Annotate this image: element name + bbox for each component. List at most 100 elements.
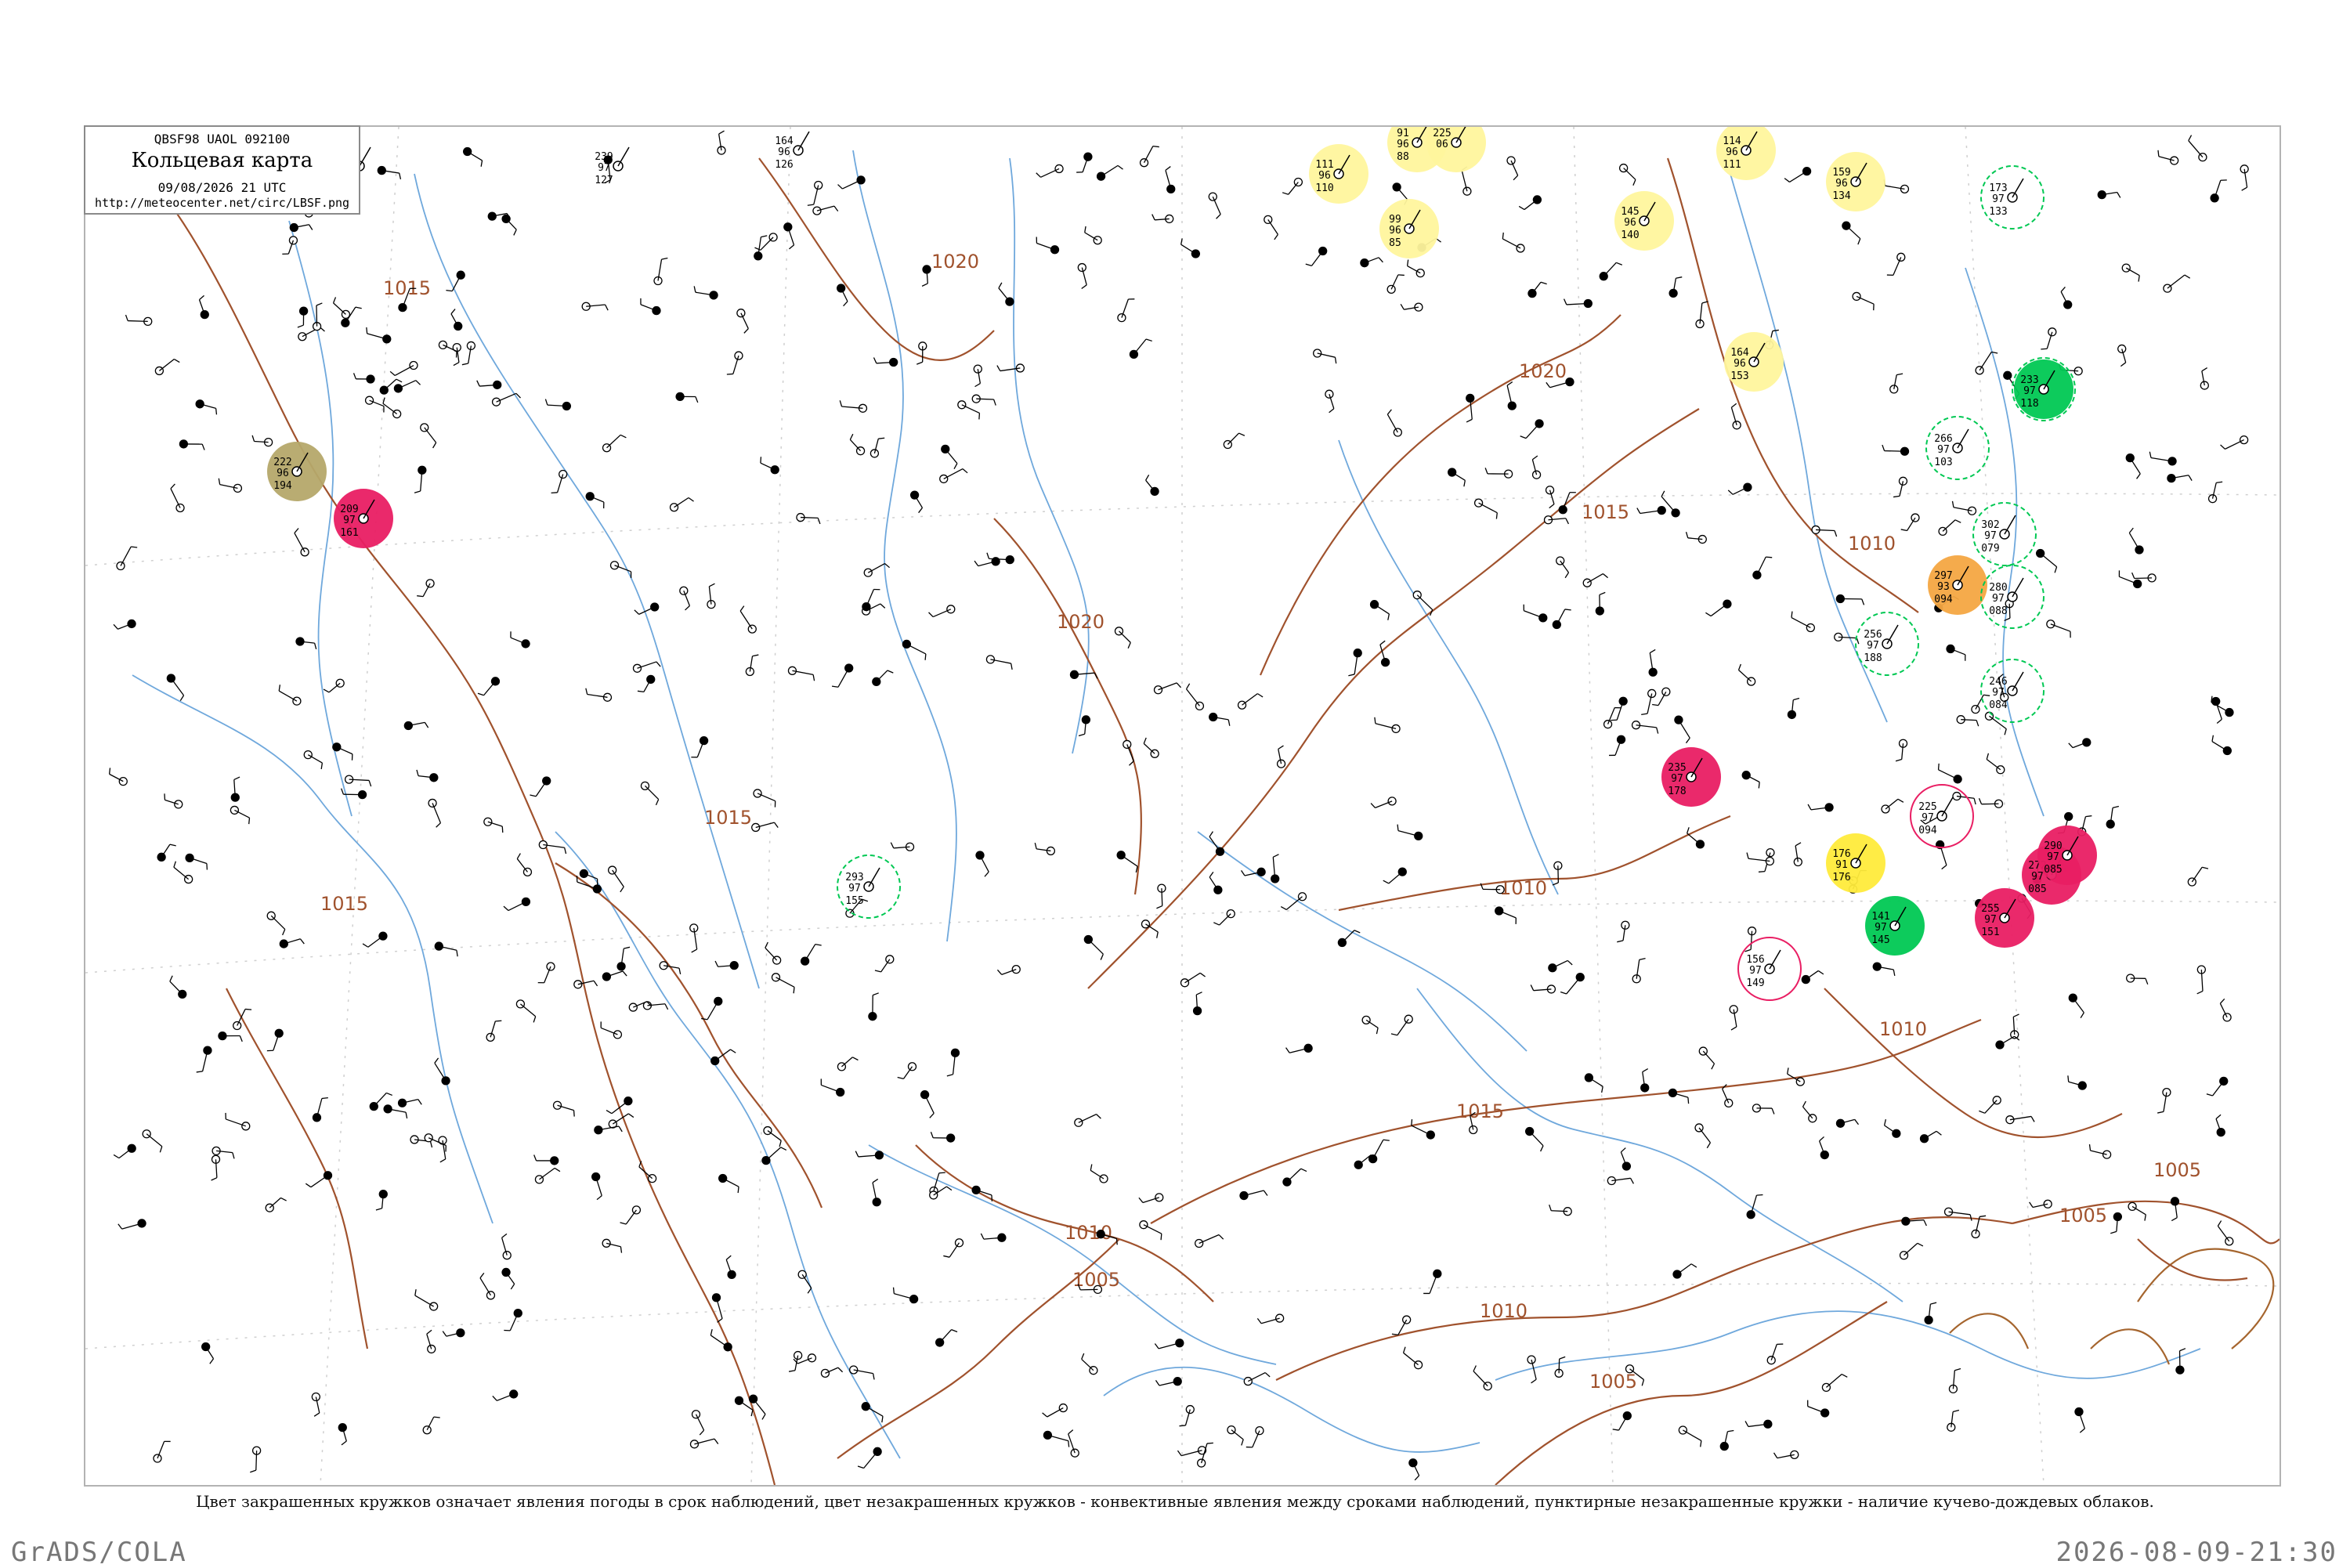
minor-station-symbol — [958, 401, 980, 420]
minor-station-symbol — [1524, 605, 1547, 622]
isobar-label: 1005 — [2153, 1159, 2201, 1181]
station-plot: 20997161 — [334, 489, 393, 548]
station-plot: 30297079 — [1973, 503, 2036, 565]
station-value: 155 — [845, 895, 863, 907]
map-title-box: QBSF98 UAOL 092100 Кольцевая карта 09/08… — [84, 125, 360, 215]
minor-station-symbol — [1687, 532, 1707, 543]
minor-station-symbol — [1097, 165, 1123, 180]
minor-station-symbol — [2171, 1198, 2178, 1221]
station-pressure: 91 — [1835, 859, 1848, 871]
minor-station-symbol — [1244, 1373, 1270, 1386]
station-value: 194 — [273, 480, 292, 492]
minor-station-symbol — [446, 271, 465, 291]
minor-station-symbol — [378, 167, 400, 179]
minor-station-symbol — [1532, 456, 1540, 479]
isobar-line — [1088, 409, 1699, 988]
station-pressure: 93 — [1937, 581, 1950, 593]
isobar-label: 1010 — [1480, 1300, 1528, 1322]
minor-station-symbol — [2216, 1115, 2225, 1136]
minor-station-symbol — [462, 341, 475, 364]
isobar-label: 1015 — [704, 807, 752, 829]
minor-station-symbol — [1600, 262, 1622, 280]
minor-station-symbol — [1896, 739, 1907, 761]
minor-station-symbol — [1979, 1097, 2001, 1114]
minor-station-symbol — [595, 1126, 622, 1134]
minor-station-symbol — [821, 1078, 844, 1096]
minor-station-symbol — [1338, 930, 1360, 947]
minor-station-symbol — [1921, 1131, 1942, 1142]
station-temperature: 233 — [2020, 374, 2038, 386]
minor-station-symbol — [354, 373, 374, 383]
minor-station-symbol — [2127, 974, 2148, 985]
station-temperature: 290 — [2044, 840, 2062, 852]
station-pressure: 97 — [343, 515, 356, 526]
minor-station-symbol — [304, 751, 322, 769]
bulletin-code: QBSF98 UAOL 092100 — [85, 132, 359, 146]
station-plot: 26697103 — [1926, 417, 1989, 479]
minor-station-symbol — [338, 1424, 346, 1445]
minor-station-symbol — [1808, 1400, 1829, 1417]
station-pressure: 96 — [1734, 358, 1746, 370]
minor-station-symbol — [873, 1179, 880, 1205]
minor-station-symbol — [1842, 222, 1860, 244]
minor-station-symbol — [1325, 390, 1334, 413]
minor-station-symbol — [1140, 1221, 1162, 1241]
minor-station-symbol — [1802, 970, 1824, 983]
minor-station-symbol — [2157, 1089, 2171, 1113]
station-plot: 23997127 — [595, 147, 629, 186]
minor-station-symbol — [602, 971, 627, 981]
station-pressure: 97 — [1984, 914, 1997, 926]
minor-station-symbol — [230, 806, 249, 824]
minor-station-symbol — [250, 1447, 260, 1472]
minor-station-symbol — [1141, 920, 1158, 938]
station-plot: 14197145 — [1865, 896, 1925, 956]
minor-station-symbol — [707, 583, 715, 608]
minor-station-symbol — [1118, 299, 1134, 322]
minor-station-symbol — [2218, 1221, 2232, 1245]
minor-station-symbol — [987, 553, 1014, 564]
minor-station-symbol — [2128, 1202, 2146, 1220]
minor-station-symbol — [1720, 1431, 1734, 1451]
minor-station-symbol — [873, 670, 894, 685]
minor-station-symbol — [1873, 963, 1895, 976]
isobar-label: 1010 — [1499, 877, 1547, 899]
minor-station-symbol — [1836, 1119, 1858, 1127]
minor-station-symbol — [197, 1046, 212, 1072]
minor-station-symbol — [641, 298, 660, 315]
station-plot: 22597094 — [1911, 785, 1973, 847]
station-value: 134 — [1832, 190, 1851, 202]
map-canvas: 1015101510201020102010151010101510151010… — [85, 127, 2280, 1485]
minor-station-symbol — [1641, 1069, 1649, 1092]
station-pressure: 97 — [1671, 773, 1683, 785]
minor-station-symbol — [764, 1127, 781, 1147]
minor-station-symbol — [875, 956, 894, 972]
minor-station-symbol — [609, 866, 624, 892]
minor-station-symbol — [2164, 275, 2190, 292]
station-temperature: 280 — [1989, 582, 2007, 594]
station-value: 085 — [2028, 883, 2046, 895]
minor-station-symbol — [502, 215, 516, 235]
minor-station-symbol — [1278, 746, 1285, 768]
minor-station-symbol — [1730, 1006, 1737, 1030]
minor-station-symbol — [421, 424, 436, 448]
minor-station-symbol — [821, 1367, 842, 1377]
minor-station-symbol — [981, 1234, 1006, 1241]
minor-station-symbol — [634, 603, 659, 614]
station-value: 151 — [1981, 927, 1999, 938]
minor-station-symbol — [1803, 1101, 1817, 1122]
minor-station-symbol — [1043, 1404, 1068, 1417]
minor-station-symbol — [832, 664, 853, 687]
minor-station-symbol — [936, 1330, 957, 1346]
station-plot: 17397133 — [1981, 166, 2044, 229]
station-value: 118 — [2020, 398, 2038, 410]
minor-station-symbol — [1139, 1194, 1163, 1203]
minor-station-symbol — [1520, 420, 1543, 439]
minor-station-symbol — [2188, 867, 2208, 886]
isobar-line — [226, 988, 367, 1349]
minor-station-symbol — [1604, 708, 1622, 728]
minor-station-symbol — [1953, 501, 1976, 515]
minor-station-symbol — [1194, 992, 1202, 1015]
minor-station-symbol — [654, 258, 667, 285]
minor-station-symbol — [1632, 959, 1645, 983]
minor-station-symbol — [1448, 468, 1466, 486]
